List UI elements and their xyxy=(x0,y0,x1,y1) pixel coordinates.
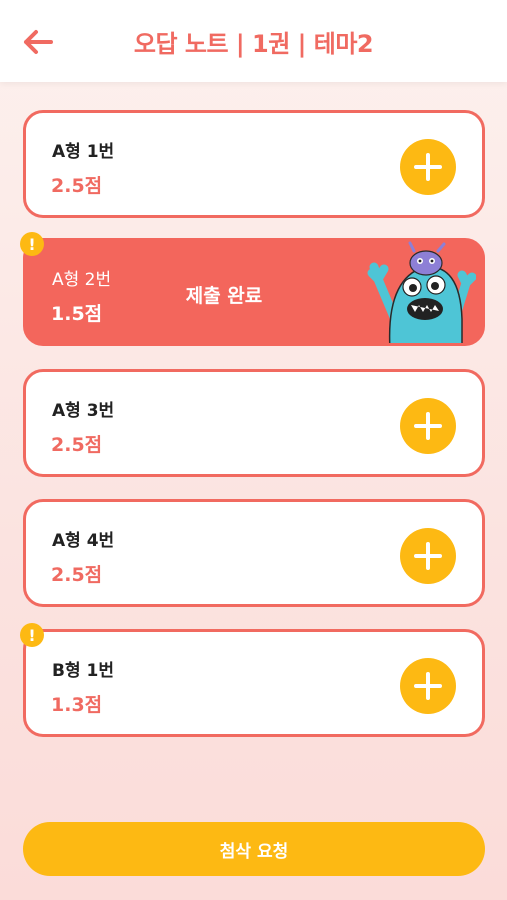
add-button[interactable] xyxy=(400,139,456,195)
problem-card-a2[interactable]: A형 2번 1.5점 제출 완료 xyxy=(23,238,485,346)
add-button[interactable] xyxy=(400,398,456,454)
app-header: 오답 노트 | 1권 | 테마2 xyxy=(0,0,507,82)
plus-icon xyxy=(414,412,442,440)
problem-score: 2.5점 xyxy=(51,434,103,456)
plus-icon xyxy=(414,542,442,570)
plus-icon xyxy=(414,672,442,700)
problem-name: B형 1번 xyxy=(52,661,114,681)
problem-card-b1[interactable]: B형 1번 1.3점 xyxy=(23,629,485,737)
problem-name: A형 4번 xyxy=(52,531,115,551)
problem-card-a3[interactable]: A형 3번 2.5점 xyxy=(23,369,485,477)
plus-icon xyxy=(414,153,442,181)
add-button[interactable] xyxy=(400,658,456,714)
problem-score: 1.3점 xyxy=(51,694,103,716)
alert-icon: ! xyxy=(20,232,44,256)
add-button[interactable] xyxy=(400,528,456,584)
problem-card-a4[interactable]: A형 4번 2.5점 xyxy=(23,499,485,607)
problem-score: 2.5점 xyxy=(51,175,103,197)
problem-name: A형 3번 xyxy=(52,401,115,421)
alert-icon: ! xyxy=(20,623,44,647)
problem-card-a1[interactable]: A형 1번 2.5점 xyxy=(23,110,485,218)
monster-mascot-icon xyxy=(367,241,476,343)
problem-score: 2.5점 xyxy=(51,564,103,586)
page-title: 오답 노트 | 1권 | 테마2 xyxy=(133,30,374,58)
problem-name: A형 1번 xyxy=(52,142,115,162)
request-review-button[interactable]: 첨삭 요청 xyxy=(23,822,485,876)
submitted-label: 제출 완료 xyxy=(185,285,263,307)
